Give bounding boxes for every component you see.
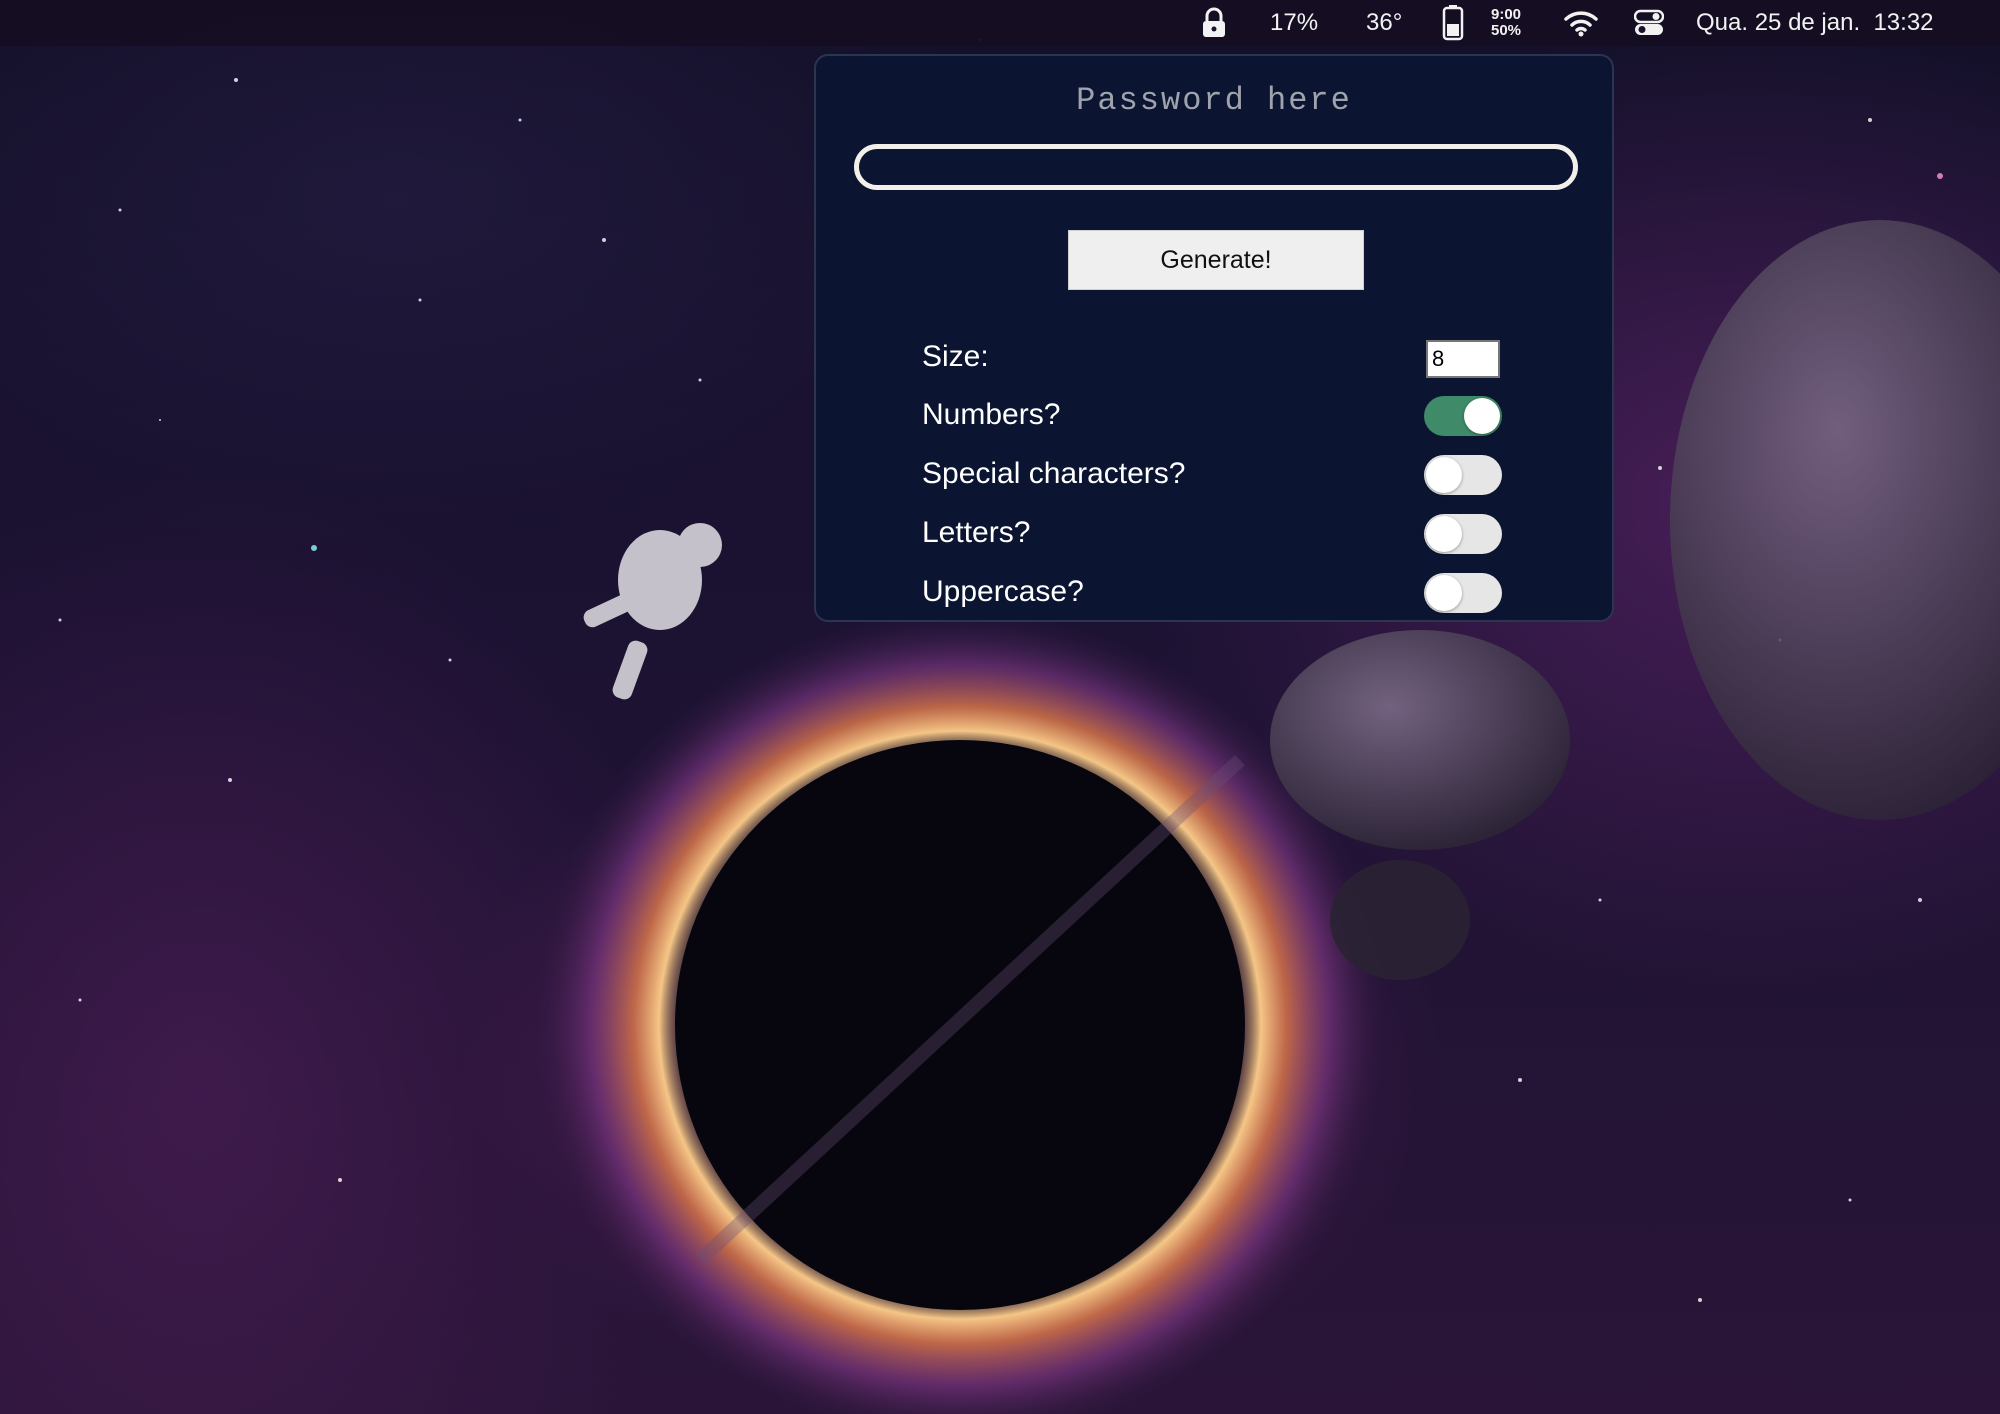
special-characters-toggle[interactable] (1424, 455, 1502, 495)
uppercase-label: Uppercase? (922, 575, 1084, 608)
special-characters-label: Special characters? (922, 457, 1186, 490)
password-generator-popup: Password here Generate! Size: 8 Numbers?… (814, 54, 1614, 622)
usage-readout[interactable]: 9:00 50% (1486, 0, 1526, 46)
toggle-knob (1464, 398, 1500, 434)
lock-icon[interactable] (1200, 0, 1228, 46)
asteroid (1330, 860, 1470, 980)
size-input[interactable]: 8 (1426, 340, 1500, 378)
usage-line-2: 50% (1490, 22, 1522, 39)
letters-label: Letters? (922, 516, 1031, 549)
uppercase-toggle[interactable] (1424, 573, 1502, 613)
battery-icon[interactable] (1442, 0, 1464, 46)
asteroid (1670, 220, 2000, 820)
wifi-icon[interactable] (1564, 0, 1598, 46)
temperature-reading[interactable]: 36° (1366, 0, 1402, 46)
menu-bar: 17% 36° 9:00 50% Qua. 25 de jan. 13:32 (0, 0, 2000, 46)
battery-percent[interactable]: 17% (1270, 0, 1318, 46)
numbers-label: Numbers? (922, 398, 1061, 431)
generate-button[interactable]: Generate! (1068, 230, 1364, 290)
usage-line-1: 9:00 (1490, 6, 1522, 23)
toggle-knob (1426, 575, 1462, 611)
toggle-knob (1426, 516, 1462, 552)
numbers-toggle[interactable] (1424, 396, 1502, 436)
size-label: Size: (922, 340, 989, 373)
asteroid (1270, 630, 1570, 850)
password-placeholder-title: Password here (1076, 82, 1352, 119)
menubar-clock[interactable]: Qua. 25 de jan. 13:32 (1696, 0, 1934, 46)
astronaut (583, 523, 722, 700)
toggle-knob (1426, 457, 1462, 493)
control-center-icon[interactable] (1634, 0, 1664, 46)
letters-toggle[interactable] (1424, 514, 1502, 554)
password-output-field[interactable] (854, 144, 1578, 190)
